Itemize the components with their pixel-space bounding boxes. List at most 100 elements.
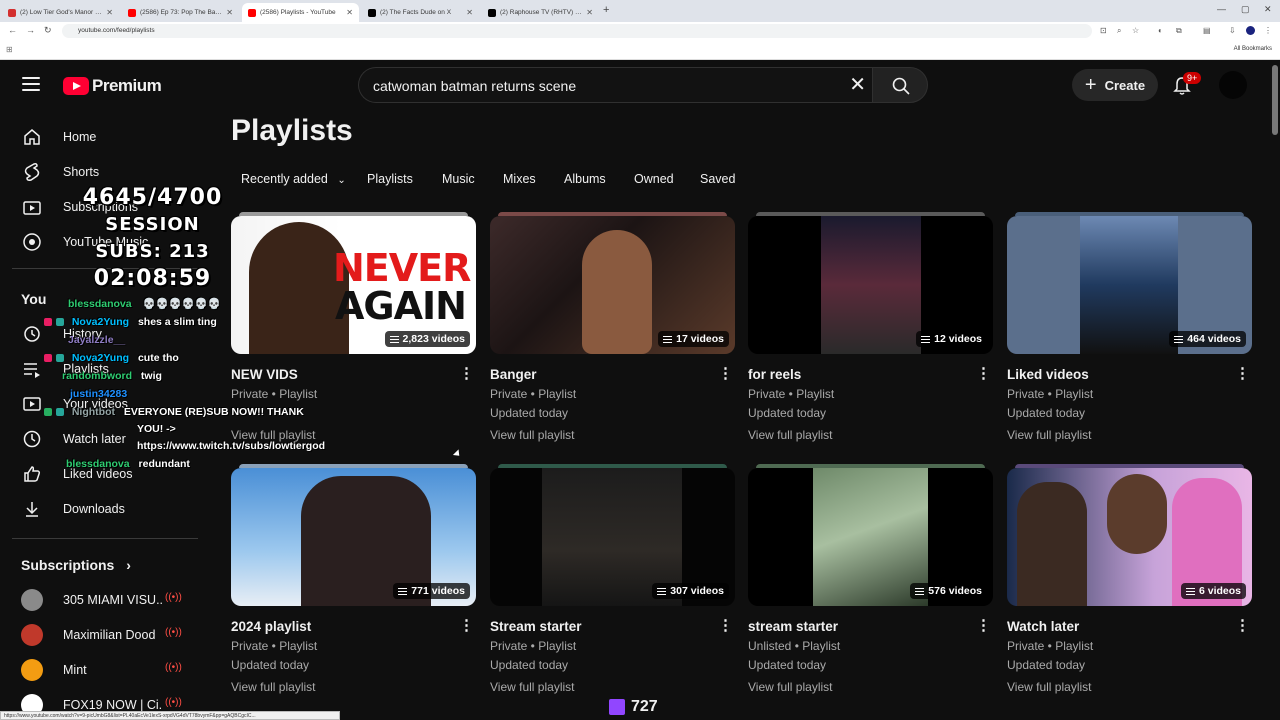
extensions-icon[interactable]: ⧉	[1176, 26, 1182, 36]
playlist-card[interactable]: 17 videos Banger ⋮ Private • Playlist Up…	[490, 212, 735, 456]
playlist-title[interactable]: NEW VIDS	[231, 367, 298, 382]
chat-username: Nova2Yung	[71, 316, 130, 328]
playlist-title[interactable]: stream starter	[748, 619, 838, 634]
reload-icon[interactable]: ↻	[44, 25, 52, 36]
more-options-icon[interactable]: ⋮	[718, 366, 733, 382]
youtube-premium-logo[interactable]: Premium	[63, 76, 162, 96]
sidepanel-icon[interactable]: ▤	[1203, 26, 1211, 35]
bookmark-star-icon[interactable]: ☆	[1132, 26, 1139, 35]
playlist-thumbnail[interactable]: 771 videos	[231, 468, 476, 606]
clear-search-icon[interactable]: ✕	[849, 74, 866, 96]
more-options-icon[interactable]: ⋮	[1235, 618, 1250, 634]
browser-tab[interactable]: (2) Low Tier God's Manor Com ✕	[2, 3, 119, 22]
playlist-title[interactable]: Banger	[490, 367, 537, 382]
playlist-title[interactable]: Liked videos	[1007, 367, 1089, 382]
playlist-thumbnail[interactable]: 576 videos	[748, 468, 993, 606]
playlist-thumbnail[interactable]: 6 videos	[1007, 468, 1252, 606]
forward-icon[interactable]: →	[26, 25, 35, 35]
download-browser-icon[interactable]: ⇩	[1229, 26, 1236, 35]
close-tab-icon[interactable]: ✕	[466, 8, 473, 17]
create-button[interactable]: + Create	[1072, 69, 1158, 101]
more-options-icon[interactable]: ⋮	[718, 618, 733, 634]
all-bookmarks-link[interactable]: All Bookmarks	[1234, 46, 1272, 52]
playlist-card[interactable]: 576 videos stream starter ⋮ Unlisted • P…	[748, 464, 993, 708]
live-indicator-icon: ((•))	[165, 627, 182, 638]
playlist-thumbnail[interactable]: NEVER AGAIN 2,823 videos	[231, 216, 476, 354]
playlist-card[interactable]: 771 videos 2024 playlist ⋮ Private • Pla…	[231, 464, 476, 708]
playlist-card[interactable]: 12 videos for reels ⋮ Private • Playlist…	[748, 212, 993, 456]
view-full-playlist-link[interactable]: View full playlist	[1007, 680, 1091, 694]
close-window-icon[interactable]: ✕	[1264, 4, 1272, 15]
tab-title: (2) Low Tier God's Manor Com	[20, 9, 103, 16]
hamburger-menu-icon[interactable]	[22, 77, 40, 91]
back-icon[interactable]: ←	[8, 25, 17, 35]
apps-grid-icon[interactable]: ⊞	[6, 45, 13, 54]
playlist-thumbnail[interactable]: 17 videos	[490, 216, 735, 354]
playlist-title[interactable]: for reels	[748, 367, 801, 382]
playlist-card[interactable]: 307 videos Stream starter ⋮ Private • Pl…	[490, 464, 735, 708]
playlist-card[interactable]: 6 videos Watch later ⋮ Private • Playlis…	[1007, 464, 1252, 708]
browser-tab[interactable]: (2) Raphouse TV (RHTV) on X ✕	[482, 3, 599, 22]
search-input[interactable]: catwoman batman returns scene ✕	[358, 67, 872, 103]
subscription-item[interactable]: Maximilian Dood ((•))	[0, 620, 210, 650]
view-full-playlist-link[interactable]: View full playlist	[748, 680, 832, 694]
browser-tab-active[interactable]: (2586) Playlists - YouTube ✕	[242, 3, 359, 22]
more-options-icon[interactable]: ⋮	[459, 618, 474, 634]
playlist-thumbnail[interactable]: 12 videos	[748, 216, 993, 354]
chip-recently-added[interactable]: Recently added ⌄	[241, 172, 346, 186]
view-full-playlist-link[interactable]: View full playlist	[748, 428, 832, 442]
zoom-icon[interactable]: ⌕	[1117, 26, 1121, 36]
playlist-title[interactable]: Watch later	[1007, 619, 1079, 634]
browser-tab[interactable]: (2) The Facts Dude on X ✕	[362, 3, 479, 22]
chat-badge-icon	[44, 318, 52, 327]
playlist-thumbnail[interactable]: 307 videos	[490, 468, 735, 606]
close-tab-icon[interactable]: ✕	[586, 8, 593, 17]
subscriptions-header[interactable]: Subscriptions ›	[21, 557, 131, 573]
maximize-icon[interactable]: ▢	[1241, 4, 1250, 15]
more-options-icon[interactable]: ⋮	[459, 366, 474, 382]
chat-message: Jayalzzle__	[8, 334, 125, 346]
view-full-playlist-link[interactable]: View full playlist	[1007, 428, 1091, 442]
chip-albums[interactable]: Albums	[564, 172, 606, 186]
chat-message: justin34283	[8, 388, 127, 400]
close-tab-icon[interactable]: ✕	[346, 8, 353, 17]
playlist-icon	[657, 587, 667, 595]
more-options-icon[interactable]: ⋮	[1235, 366, 1250, 382]
playlist-thumbnail[interactable]: 464 videos	[1007, 216, 1252, 354]
view-full-playlist-link[interactable]: View full playlist	[490, 680, 574, 694]
chip-owned[interactable]: Owned	[634, 172, 674, 186]
url-field[interactable]: youtube.com/feed/playlists	[62, 24, 1092, 38]
sidebar-item-downloads[interactable]: Downloads	[0, 492, 210, 526]
chip-saved[interactable]: Saved	[700, 172, 735, 186]
minimize-icon[interactable]: —	[1217, 4, 1226, 14]
media-icon[interactable]: ◐	[1158, 26, 1163, 35]
playlist-card[interactable]: 464 videos Liked videos ⋮ Private • Play…	[1007, 212, 1252, 456]
chip-playlists[interactable]: Playlists	[367, 172, 413, 186]
search-button[interactable]	[872, 67, 928, 103]
playlist-card[interactable]: NEVER AGAIN 2,823 videos NEW VIDS ⋮ Priv…	[231, 212, 476, 456]
profile-avatar[interactable]	[1246, 26, 1255, 35]
close-tab-icon[interactable]: ✕	[226, 8, 233, 17]
browser-menu-icon[interactable]: ⋮	[1264, 26, 1272, 35]
subscription-item[interactable]: 305 MIAMI VISU... ((•))	[0, 585, 210, 615]
account-avatar[interactable]	[1219, 71, 1247, 99]
playlist-icon	[1185, 587, 1195, 595]
new-tab-icon[interactable]: +	[603, 4, 609, 16]
subscription-item[interactable]: Mint ((•))	[0, 655, 210, 685]
browser-tab[interactable]: (2586) Ep 73: Pop The Balloon ✕	[122, 3, 239, 22]
sidebar-item-home[interactable]: Home	[0, 120, 210, 154]
close-tab-icon[interactable]: ✕	[106, 8, 113, 17]
more-options-icon[interactable]: ⋮	[976, 618, 991, 634]
scrollbar[interactable]	[1272, 65, 1278, 135]
install-icon[interactable]: ⊡	[1100, 26, 1107, 35]
chip-mixes[interactable]: Mixes	[503, 172, 536, 186]
playlist-title[interactable]: 2024 playlist	[231, 619, 311, 634]
playlist-title[interactable]: Stream starter	[490, 619, 582, 634]
viewer-count: 727	[631, 698, 658, 715]
chat-message: Nightbot EVERYONE (RE)SUB NOW!! THANK	[8, 406, 304, 418]
view-full-playlist-link[interactable]: View full playlist	[490, 428, 574, 442]
chip-music[interactable]: Music	[442, 172, 475, 186]
more-options-icon[interactable]: ⋮	[976, 366, 991, 382]
playlist-icon	[915, 587, 925, 595]
view-full-playlist-link[interactable]: View full playlist	[231, 680, 315, 694]
